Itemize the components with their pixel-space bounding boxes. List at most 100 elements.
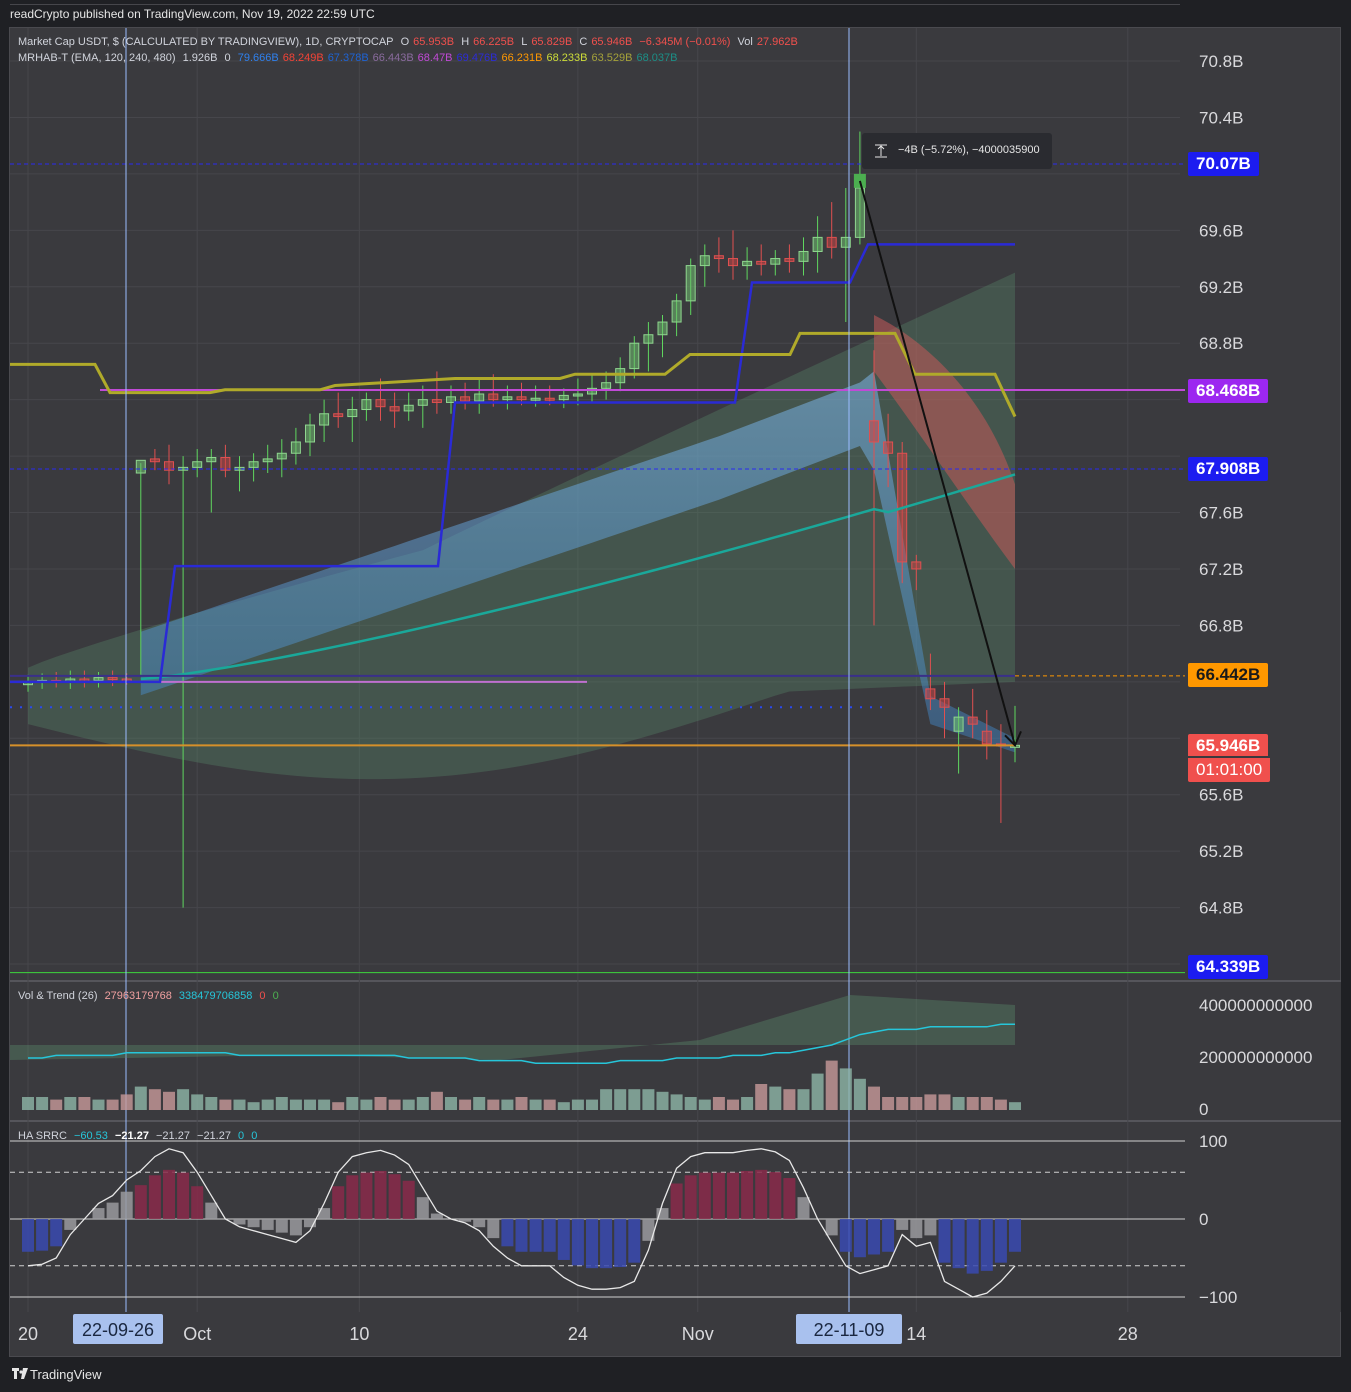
ha-tick-label: 100 [1199, 1132, 1227, 1151]
ha-bar [797, 1197, 810, 1219]
ha-bar [177, 1172, 190, 1219]
candle-body [248, 461, 259, 468]
volume-bar [868, 1086, 880, 1110]
y-tick-label: 66.8B [1199, 616, 1243, 635]
candle-body [643, 334, 654, 344]
ha-bar [727, 1172, 739, 1219]
y-tick-label: 65.2B [1199, 842, 1243, 861]
candle [431, 371, 442, 414]
mrhab-value: 69.476B [456, 52, 498, 64]
volume-bar [346, 1097, 359, 1110]
mrhab-value: 68.037B [636, 52, 678, 64]
candle-body [657, 321, 668, 336]
ha-v1: −60.53 [73, 1130, 108, 1142]
candle-body [925, 688, 936, 700]
volume-bar [529, 1099, 542, 1110]
ha-tick-label: −100 [1199, 1288, 1237, 1307]
ha-bar [163, 1169, 175, 1219]
candle [319, 399, 330, 442]
main-legend: Market Cap USDT, $ (CALCULATED BY TRADIN… [18, 36, 802, 48]
volume-bar [360, 1099, 373, 1110]
ha-bar [92, 1208, 105, 1219]
volume-bar [642, 1089, 655, 1110]
ha-bar [557, 1219, 570, 1260]
price-badge-70-07: 70.07B [1188, 152, 1259, 176]
candle-body [206, 456, 217, 463]
candle-body [629, 342, 640, 370]
volume-bar [670, 1094, 683, 1110]
volume-bar [106, 1099, 119, 1110]
volume-bar [600, 1089, 613, 1110]
candle-body [784, 258, 795, 262]
candle [389, 392, 400, 428]
mrhab-value: 66.443B [372, 52, 414, 64]
candle-body [967, 716, 978, 725]
ha-bar [938, 1219, 951, 1263]
candle-body [389, 406, 400, 412]
x-tick-label: 24 [568, 1324, 588, 1344]
ha-bar [924, 1219, 937, 1236]
candle-body [290, 441, 301, 454]
x-tick-label: 20 [18, 1324, 38, 1344]
ha-tick-label: 0 [1199, 1210, 1208, 1229]
ha-bar [994, 1219, 1007, 1263]
candle-body [558, 394, 569, 401]
candle-body [262, 458, 273, 463]
candle-body [826, 236, 837, 248]
volume-bar [980, 1097, 993, 1110]
open-value: 65.953B [413, 36, 455, 48]
ha-bar [896, 1219, 909, 1230]
candle [220, 444, 231, 478]
x-tick-label: Oct [183, 1324, 211, 1344]
candle [685, 258, 696, 315]
vol-title: Vol & Trend (26) [18, 990, 98, 1002]
volume-bar [501, 1099, 514, 1110]
candle-body [869, 420, 879, 443]
volume-bar [882, 1097, 895, 1110]
candle-body [276, 452, 287, 460]
ha-bar [853, 1219, 866, 1258]
volume-bar [1009, 1102, 1021, 1110]
candle-body [375, 399, 386, 408]
candle-body [347, 409, 358, 418]
ha-bar [473, 1219, 486, 1228]
mrhab-v2: 0 [224, 52, 231, 64]
ha-bar [882, 1219, 895, 1252]
x-tick-label: Nov [682, 1324, 714, 1344]
ha-bar [318, 1208, 331, 1219]
candle-body [812, 236, 823, 252]
ha-bar [543, 1219, 556, 1252]
candle [629, 336, 640, 379]
volume-bar [557, 1102, 570, 1110]
y-tick-label: 67.2B [1199, 560, 1243, 579]
volume-label: Vol [737, 36, 753, 48]
candle [347, 396, 358, 442]
price-badge-64-339: 64.339B [1188, 955, 1269, 979]
volume-bar [50, 1099, 63, 1110]
mrhab-legend: MRHAB-T (EMA, 120, 240, 480) 1.926B 0 79… [18, 52, 685, 64]
volume-bar [712, 1097, 725, 1110]
close-label: C [579, 36, 588, 48]
ha-bar [501, 1219, 514, 1247]
volume-bar [289, 1099, 302, 1110]
y-tick-label: 67.6B [1199, 504, 1243, 523]
mrhab-value: 68.233B [546, 52, 588, 64]
candle [657, 314, 668, 358]
vol-v2: 338479706858 [178, 990, 253, 1002]
volume-bar [628, 1089, 641, 1110]
candle [474, 378, 485, 414]
low-value: 65.829B [531, 36, 573, 48]
ha-bar [839, 1219, 852, 1252]
close-value: 65.946B [591, 36, 633, 48]
volume-bar [388, 1099, 401, 1110]
low-label: L [521, 36, 528, 48]
candle-body [770, 258, 781, 265]
footer-bar: TradingView [0, 1360, 1351, 1392]
volume-bar [586, 1099, 598, 1110]
candle-body [403, 404, 414, 412]
y-tick-label: 70.8B [1199, 52, 1243, 71]
ha-v5: 0 [238, 1130, 245, 1142]
candle-body [192, 461, 203, 468]
chart-svg[interactable]: 70.8B 70.4B 69.6B 69.2B 68.8B 67.6B 67.2B 66.8B… [0, 0, 1351, 1392]
candle-body [417, 399, 428, 406]
